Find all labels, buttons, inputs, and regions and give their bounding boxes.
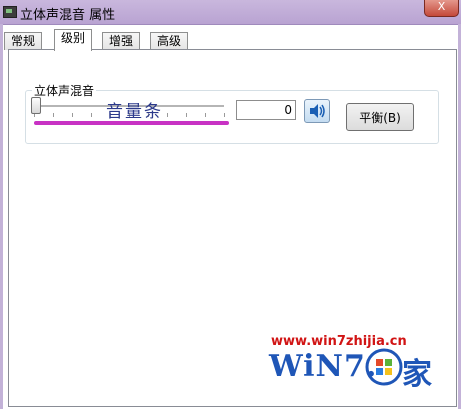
- stereo-mix-group: 立体声混音 音量条 0 平衡(B): [25, 82, 439, 144]
- watermark-logo-text: WiN7.: [269, 349, 378, 384]
- slider-tick: [53, 113, 54, 117]
- window-title: 立体声混音 属性: [20, 8, 116, 23]
- slider-tick: [205, 113, 206, 117]
- group-title: 立体声混音: [32, 82, 97, 99]
- title-bar[interactable]: 立体声混音 属性 X: [0, 0, 461, 25]
- balance-button[interactable]: 平衡(B): [346, 103, 414, 131]
- close-button[interactable]: X: [424, 0, 459, 17]
- close-icon: X: [437, 0, 446, 13]
- tab-advanced[interactable]: 高级: [150, 32, 189, 50]
- sound-device-icon: [3, 6, 17, 18]
- tab-levels[interactable]: 级别: [54, 29, 93, 51]
- slider-tick: [186, 113, 187, 117]
- tab-label: 高级: [157, 34, 182, 48]
- windows-flag-icon: [365, 348, 403, 386]
- slider-tick: [224, 113, 225, 117]
- watermark-logo: WiN7. 家: [269, 347, 439, 392]
- window-frame-left: [0, 24, 3, 409]
- slider-tick: [91, 113, 92, 117]
- watermark-logo-char: 家: [402, 357, 432, 392]
- volume-value-field[interactable]: 0: [236, 100, 296, 120]
- tab-label: 增强: [109, 34, 134, 48]
- annotation-underline: [34, 121, 229, 125]
- volume-bar-annotation: 音量条: [106, 102, 163, 122]
- levels-tab-panel: 立体声混音 音量条 0 平衡(B) www.win7zhijia.cn WiN7…: [8, 49, 457, 407]
- tab-general[interactable]: 常规: [4, 32, 43, 50]
- slider-tick: [72, 113, 73, 117]
- tab-label: 级别: [61, 31, 86, 45]
- volume-slider-thumb[interactable]: [31, 97, 41, 114]
- mute-toggle-button[interactable]: [304, 99, 330, 123]
- speaker-icon: [310, 104, 325, 118]
- tab-enhancements[interactable]: 增强: [102, 32, 141, 50]
- slider-tick: [167, 113, 168, 117]
- tab-label: 常规: [11, 34, 36, 48]
